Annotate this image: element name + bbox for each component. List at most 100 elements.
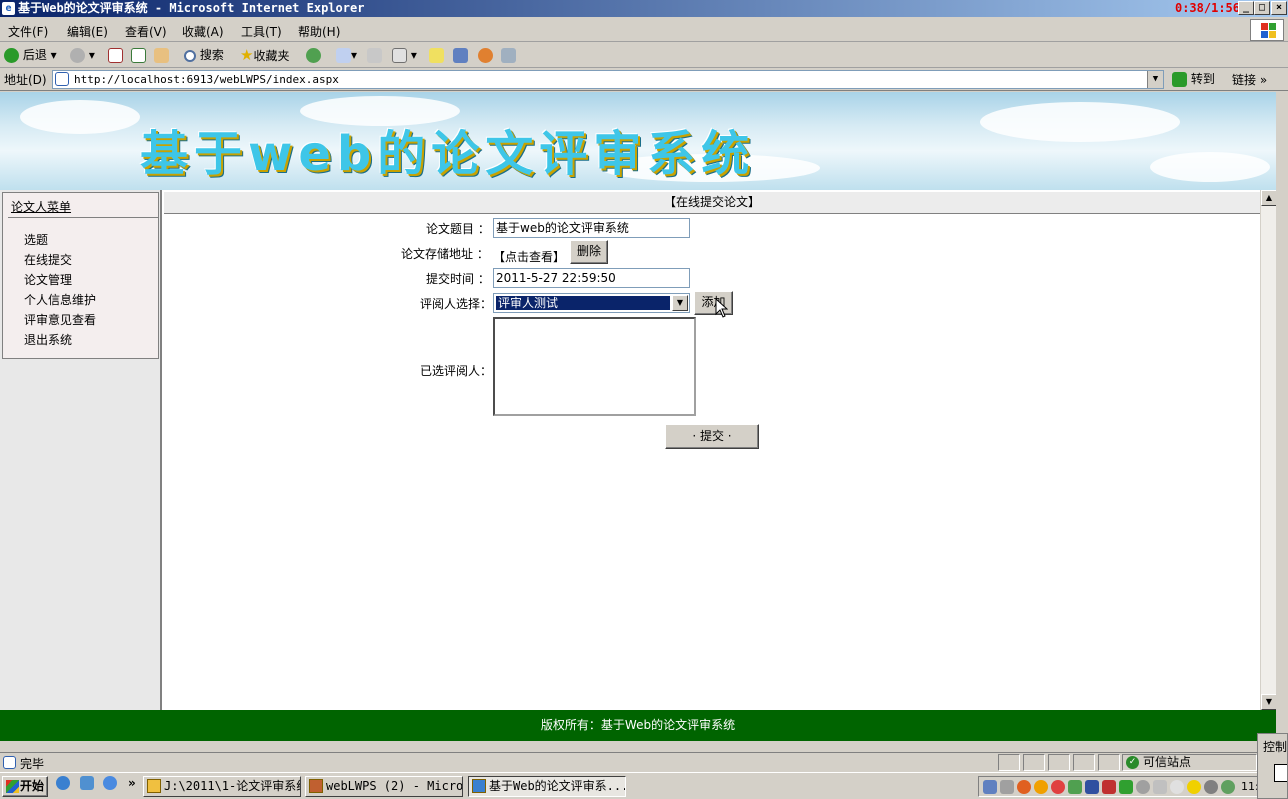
messenger-icon — [453, 48, 468, 63]
start-button[interactable]: 开始 — [2, 776, 48, 797]
sidebar-item-topic[interactable]: 选题 — [24, 231, 48, 248]
chevron-down-icon[interactable]: ▼ — [1147, 71, 1163, 88]
tray-icon[interactable] — [1000, 780, 1014, 794]
windows-flag-icon — [6, 780, 19, 793]
tray-icon[interactable] — [1153, 780, 1167, 794]
discuss-button[interactable] — [429, 47, 444, 64]
history-button[interactable] — [306, 47, 321, 64]
vertical-scrollbar[interactable]: ▲ ▼ — [1260, 190, 1276, 710]
close-button[interactable]: × — [1271, 1, 1287, 15]
sidebar-item-profile[interactable]: 个人信息维护 — [24, 291, 96, 308]
status-panel — [998, 754, 1020, 771]
quicklaunch-overflow-icon[interactable]: » — [128, 776, 136, 790]
status-panel — [1098, 754, 1120, 771]
address-bar: 地址(D) http://localhost:6913/webLWPS/inde… — [0, 68, 1288, 91]
taskbar-item-ie[interactable]: 基于Web的论文评审系... — [468, 776, 626, 797]
edit-icon — [392, 48, 407, 63]
sidebar-item-review-comments[interactable]: 评审意见查看 — [24, 311, 96, 328]
outlook-quicklaunch-icon[interactable] — [80, 776, 94, 790]
submit-button[interactable]: · 提交 · — [665, 424, 759, 449]
messenger-button[interactable] — [453, 47, 468, 64]
stop-button[interactable] — [108, 47, 123, 64]
menu-tools[interactable]: 工具(T) — [241, 23, 282, 40]
forward-button[interactable]: ▾ — [70, 47, 95, 64]
status-panel — [1073, 754, 1095, 771]
tools-icon — [501, 48, 516, 63]
submit-time-label: 提交时间 ： — [426, 272, 490, 286]
selected-reviewers-list[interactable] — [493, 317, 696, 416]
menu-view[interactable]: 查看(V) — [125, 23, 167, 40]
scroll-down-icon[interactable]: ▼ — [1261, 694, 1276, 710]
mail-button[interactable]: ▾ — [336, 47, 357, 64]
folder-icon — [147, 779, 161, 793]
stop-icon — [108, 48, 123, 63]
qq-tray-icon[interactable] — [1017, 780, 1031, 794]
go-button[interactable]: 转到 — [1172, 70, 1215, 87]
window-title: 基于Web的论文评审系统 - Microsoft Internet Explor… — [18, 1, 365, 15]
ie-quicklaunch-icon[interactable] — [56, 776, 70, 790]
shield-icon[interactable] — [1119, 780, 1133, 794]
discuss-icon — [429, 48, 444, 63]
print-button[interactable] — [367, 47, 382, 64]
sidebar-item-submit-online[interactable]: 在线提交 — [24, 251, 72, 268]
security-zone-panel: ✓ 可信站点 — [1122, 754, 1257, 771]
visual-studio-icon — [309, 779, 323, 793]
check-icon: ✓ — [1126, 756, 1139, 769]
paper-title-input[interactable]: 基于web的论文评审系统 — [493, 218, 690, 238]
control-popup[interactable]: 控制 — [1257, 733, 1288, 799]
control-popup-label: 控制 — [1263, 740, 1288, 754]
sidebar-item-logout[interactable]: 退出系统 — [24, 331, 72, 348]
research-button[interactable] — [478, 47, 493, 64]
view-file-link[interactable]: 【点击查看】 — [493, 248, 565, 265]
address-url: http://localhost:6913/webLWPS/index.aspx — [74, 73, 339, 86]
tray-icon[interactable] — [1068, 780, 1082, 794]
tray-icon[interactable] — [1051, 780, 1065, 794]
taskbar-item-folder[interactable]: J:\2011\1-论文评审系统 — [143, 776, 301, 797]
delete-button[interactable]: 删除 — [570, 240, 608, 264]
menu-favorites[interactable]: 收藏(A) — [182, 23, 224, 40]
tray-icon[interactable] — [1136, 780, 1150, 794]
reviewer-select[interactable]: 评审人测试 ▼ — [493, 293, 690, 313]
main-content: 【在线提交论文】 论文题目 ： 基于web的论文评审系统 论文存储地址 ： 【点… — [164, 190, 1260, 710]
status-text: 完毕 — [20, 757, 45, 771]
taskbar-item-vs[interactable]: webLWPS (2) - Micro... — [305, 776, 463, 797]
favorites-button[interactable]: ★收藏夹 — [240, 47, 289, 64]
tray-icon[interactable] — [1187, 780, 1201, 794]
menu-help[interactable]: 帮助(H) — [298, 23, 340, 40]
tray-icon[interactable] — [1204, 780, 1218, 794]
edit-button[interactable]: ▾ — [392, 47, 417, 64]
back-button[interactable]: 后退 ▾ — [4, 47, 57, 64]
menu-edit[interactable]: 编辑(E) — [67, 23, 108, 40]
go-label: 转到 — [1190, 72, 1215, 86]
refresh-button[interactable] — [131, 47, 146, 64]
minimize-button[interactable]: _ — [1238, 1, 1254, 15]
search-button[interactable]: 搜索 — [184, 47, 224, 64]
back-arrow-icon — [4, 48, 19, 63]
menu-file[interactable]: 文件(F) — [8, 23, 48, 40]
tray-icon[interactable] — [1170, 780, 1184, 794]
page-footer: 版权所有：基于Web的论文评审系统 — [0, 710, 1276, 741]
sidebar-item-paper-management[interactable]: 论文管理 — [24, 271, 72, 288]
taskbar-item-label: webLWPS (2) - Micro... — [326, 779, 463, 793]
tray-icon[interactable] — [1085, 780, 1099, 794]
page-viewport: 基于web的论文评审系统 论文人菜单 选题 在线提交 论文管理 个人信息维护 评… — [0, 92, 1276, 741]
media-quicklaunch-icon[interactable] — [103, 776, 117, 790]
links-button[interactable]: 链接 » — [1232, 71, 1267, 88]
scroll-up-icon[interactable]: ▲ — [1261, 190, 1276, 206]
reviewer-select-label: 评阅人选择： — [420, 297, 493, 311]
network-tray-icon[interactable] — [983, 780, 997, 794]
tray-icon[interactable] — [1034, 780, 1048, 794]
tools-extra-button[interactable] — [501, 47, 516, 64]
control-popup-icon — [1274, 764, 1287, 782]
address-input[interactable]: http://localhost:6913/webLWPS/index.aspx… — [52, 70, 1164, 89]
taskbar: 开始 » J:\2011\1-论文评审系统 webLWPS (2) - Micr… — [0, 772, 1288, 799]
submit-time-input[interactable]: 2011-5-27 22:59:50 — [493, 268, 690, 288]
tray-icon[interactable] — [1221, 780, 1235, 794]
chevron-down-icon[interactable]: ▼ — [672, 295, 688, 311]
forward-arrow-icon — [70, 48, 85, 63]
home-button[interactable] — [154, 47, 169, 64]
storage-address-label: 论文存储地址 ： — [401, 247, 489, 261]
tray-icon[interactable] — [1102, 780, 1116, 794]
taskbar-item-label: J:\2011\1-论文评审系统 — [164, 779, 301, 793]
maximize-button[interactable]: □ — [1254, 1, 1270, 15]
